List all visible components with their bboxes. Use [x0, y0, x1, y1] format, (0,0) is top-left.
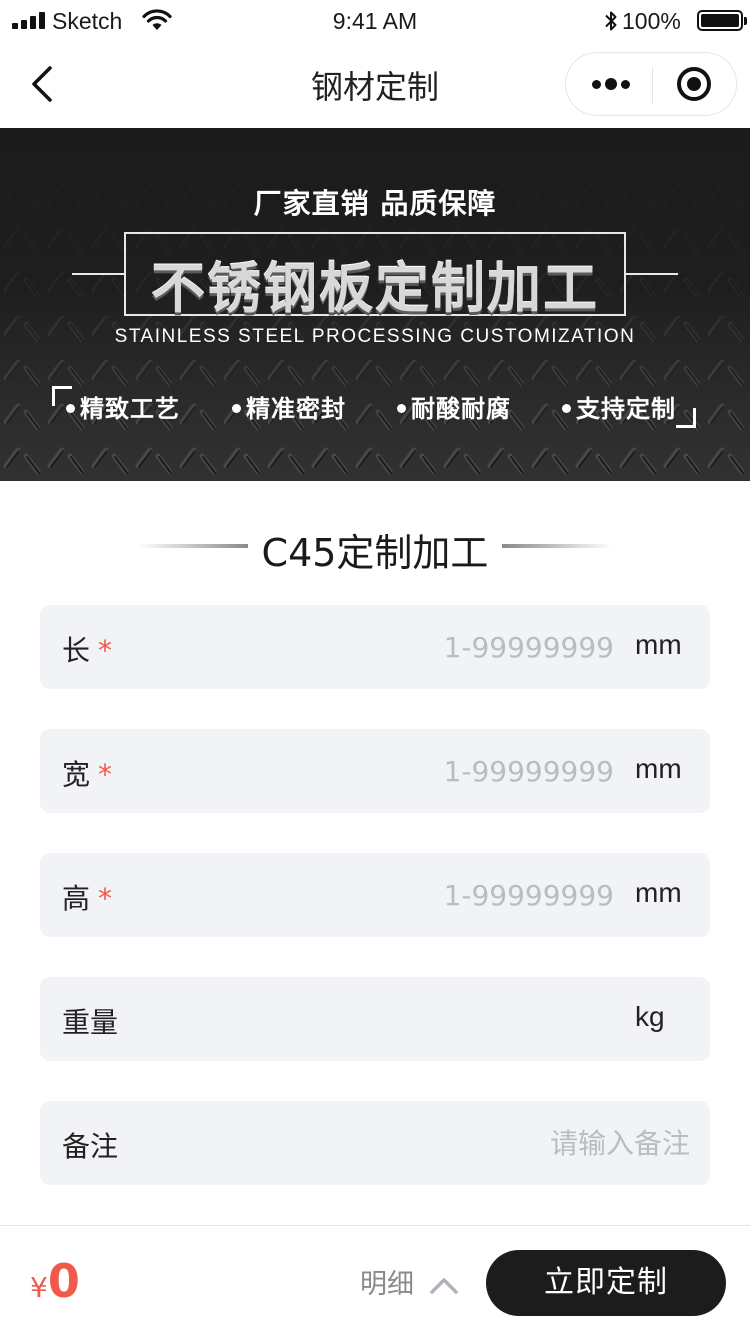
- detail-label: 明细: [360, 1269, 414, 1300]
- width-field-row: 宽* mm: [40, 729, 710, 813]
- more-icon[interactable]: [566, 53, 652, 115]
- total-price: ¥0: [30, 1254, 80, 1308]
- weight-unit: kg: [635, 1001, 665, 1032]
- banner-tagline: 厂家直销 品质保障: [253, 187, 497, 220]
- chevron-up-icon: [430, 1277, 458, 1294]
- width-unit: mm: [635, 753, 682, 784]
- battery-tip: [744, 17, 747, 25]
- length-field-row: 长* mm: [40, 605, 710, 689]
- weight-field-row: 重量 kg: [40, 977, 710, 1061]
- banner-title: 不锈钢板定制加工: [151, 257, 599, 320]
- section-header: C45定制加工: [0, 520, 750, 575]
- width-input[interactable]: [240, 749, 614, 793]
- section-title: C45定制加工: [261, 531, 489, 575]
- navigation-bar: 钢材定制: [0, 40, 750, 128]
- required-mark: *: [98, 882, 113, 915]
- mini-program-capsule: [565, 52, 737, 116]
- price-amount: 0: [47, 1254, 80, 1308]
- status-bar: Sketch 9:41 AM 100%: [0, 0, 750, 40]
- section-deco-line-right: [502, 544, 612, 548]
- price-detail-toggle[interactable]: 明细: [360, 1262, 459, 1302]
- bluetooth-icon: [605, 11, 617, 31]
- banner-deco-line-left: [72, 273, 124, 275]
- promo-banner: 厂家直销 品质保障 不锈钢板定制加工 STAINLESS STEEL PROCE…: [0, 128, 750, 481]
- remark-input[interactable]: [240, 1121, 690, 1165]
- length-input[interactable]: [240, 625, 614, 669]
- height-label: 高 *: [62, 882, 113, 915]
- battery-icon: [697, 10, 743, 31]
- customize-now-button[interactable]: 立即定制: [486, 1250, 726, 1316]
- close-target-icon[interactable]: [652, 53, 738, 115]
- remark-field-row: 备注: [40, 1101, 710, 1185]
- banner-feature: 精准密封: [232, 389, 346, 424]
- banner-deco-line-right: [626, 273, 678, 275]
- bracket-right-icon: [676, 408, 696, 428]
- banner-feature: 耐酸耐腐: [397, 389, 511, 424]
- height-input[interactable]: [240, 873, 614, 917]
- height-unit: mm: [635, 877, 682, 908]
- battery-percent: 100%: [622, 8, 681, 34]
- width-label: 宽 *: [62, 758, 113, 791]
- banner-subtitle: STAINLESS STEEL PROCESSING CUSTOMIZATION: [114, 326, 636, 347]
- weight-input[interactable]: [240, 997, 614, 1041]
- banner-feature: 支持定制: [562, 389, 676, 424]
- weight-label: 重量: [62, 1006, 119, 1039]
- currency-symbol: ¥: [30, 1271, 48, 1304]
- length-unit: mm: [635, 629, 682, 660]
- height-field-row: 高* mm: [40, 853, 710, 937]
- required-mark: *: [98, 634, 113, 667]
- length-label: 长 *: [62, 634, 113, 667]
- bottom-action-bar: ¥0 明细 立即定制: [0, 1225, 750, 1337]
- required-mark: *: [98, 758, 113, 791]
- banner-feature: 精致工艺: [66, 389, 180, 424]
- remark-label: 备注: [62, 1130, 119, 1163]
